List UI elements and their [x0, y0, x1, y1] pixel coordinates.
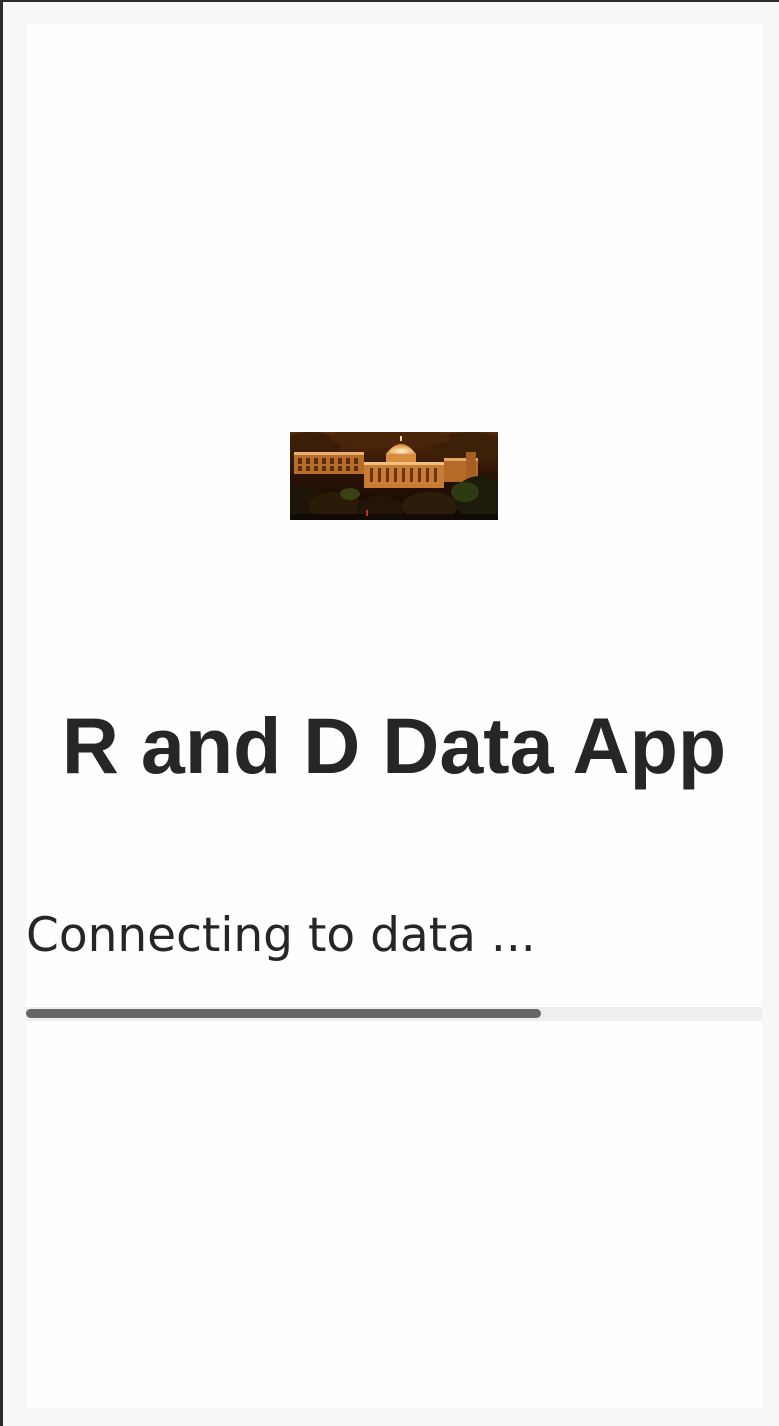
loading-status-text: Connecting to data ... [26, 908, 536, 963]
loading-progress-fill [26, 1009, 541, 1018]
app-window: R and D Data App Connecting to data ... [0, 0, 779, 1426]
loading-progress-bar [26, 1007, 762, 1021]
logo-image [290, 432, 498, 520]
splash-panel: R and D Data App Connecting to data ... [26, 24, 762, 1408]
app-title: R and D Data App [61, 701, 727, 790]
